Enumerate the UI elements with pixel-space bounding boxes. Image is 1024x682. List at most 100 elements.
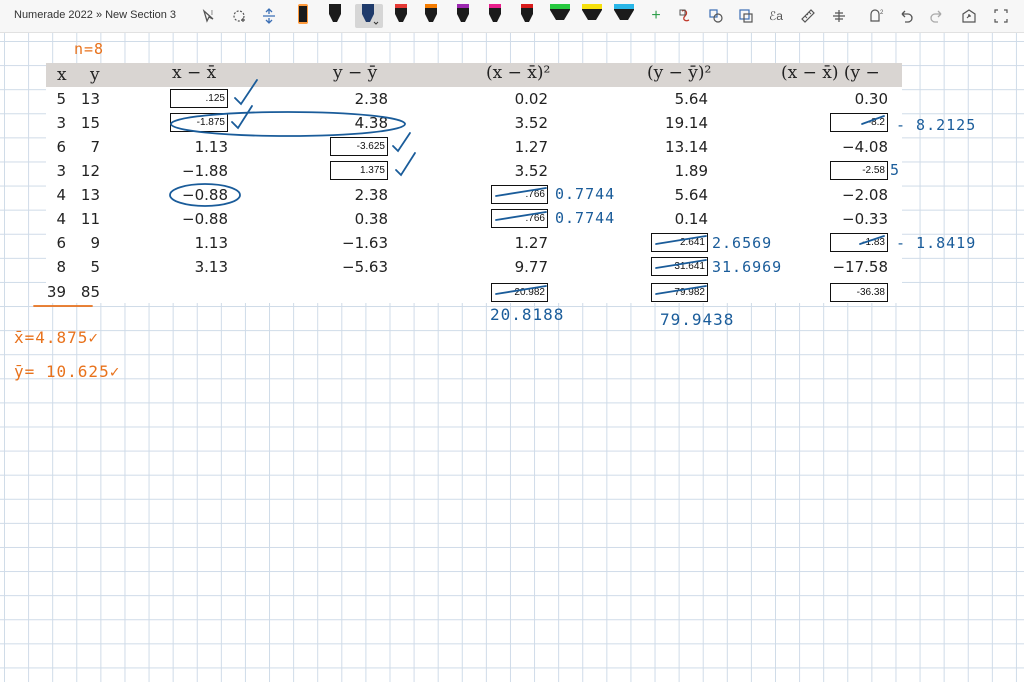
undo-icon[interactable] — [895, 4, 917, 28]
handwritten-product: - 8.2125 — [896, 116, 977, 134]
handwritten-square: 31.6969 — [712, 258, 783, 276]
text-box[interactable]: 31.641 — [651, 257, 708, 276]
share-icon[interactable] — [958, 4, 980, 28]
total-y: 85 — [80, 283, 100, 301]
cell-x-dev-sq: 3.52 — [514, 114, 548, 132]
cell-x-dev: 3.13 — [194, 258, 228, 276]
ink-to-shape-icon[interactable] — [675, 4, 697, 28]
fullscreen-icon[interactable] — [990, 4, 1012, 28]
cell-x: 6 — [56, 138, 66, 156]
handwritten-square: 0.7744 — [555, 209, 616, 227]
cell-y: 13 — [80, 90, 100, 108]
pen-black-icon[interactable] — [292, 4, 314, 28]
highlighter-green-icon[interactable] — [548, 4, 572, 28]
highlighter-cyan-icon[interactable] — [612, 4, 636, 28]
header-y-dev: y − ȳ — [333, 63, 378, 83]
text-box[interactable]: -2.58 — [830, 161, 888, 180]
cell-x-dev: −0.88 — [182, 186, 228, 204]
cell-y-dev: 0.38 — [354, 210, 388, 228]
text-box[interactable]: .766 — [491, 185, 548, 204]
highlighter-yellow-icon[interactable] — [580, 4, 604, 28]
cell-y-dev-sq: 0.14 — [674, 210, 708, 228]
header-x-dev: x − x̄ — [172, 63, 217, 83]
ribbon-toolbar: Numerade 2022 » New Section 3 I + ℰa 2 — [0, 0, 1024, 33]
cell-x-dev-sq: 0.02 — [514, 90, 548, 108]
cell-x-dev-sq: 3.52 — [514, 162, 548, 180]
cell-x: 4 — [56, 186, 66, 204]
pen-pink-icon[interactable] — [484, 4, 506, 28]
eraser-options-icon[interactable]: 2 — [865, 4, 887, 28]
text-box[interactable]: 2.641 — [651, 233, 708, 252]
text-box[interactable]: .125 — [170, 89, 228, 108]
svg-text:2: 2 — [880, 10, 884, 16]
cell-y: 15 — [80, 114, 100, 132]
header-x: x — [57, 65, 67, 85]
lasso-select-icon[interactable]: I — [198, 4, 220, 28]
cell-y: 13 — [80, 186, 100, 204]
redo-icon[interactable] — [926, 4, 948, 28]
cell-product: −4.08 — [842, 138, 888, 156]
pen-navy-icon[interactable] — [355, 4, 383, 28]
cell-x-dev: −0.88 — [182, 210, 228, 228]
cell-product: 0.30 — [854, 90, 888, 108]
cell-x-dev: −1.88 — [182, 162, 228, 180]
text-box[interactable]: .766 — [491, 209, 548, 228]
cell-y-dev-sq: 13.14 — [665, 138, 708, 156]
cell-x: 3 — [56, 114, 66, 132]
cell-x-dev-sq: 9.77 — [514, 258, 548, 276]
handwritten-sum-yy: 79.9438 — [660, 310, 735, 329]
ruler-icon[interactable] — [797, 4, 819, 28]
header-x-dev-sq: (x − x̄)² — [486, 63, 551, 83]
header-y: y — [90, 65, 100, 85]
add-space-icon[interactable] — [228, 4, 250, 28]
cell-x-dev-sq: 1.27 — [514, 234, 548, 252]
ink-to-math-icon[interactable] — [735, 4, 757, 28]
cell-x: 8 — [56, 258, 66, 276]
text-box[interactable]: 79.982 — [651, 283, 708, 302]
add-pen-icon[interactable]: + — [645, 4, 667, 28]
cell-y: 9 — [90, 234, 100, 252]
cell-y-dev-sq: 5.64 — [674, 90, 708, 108]
text-box[interactable]: -1.83 — [830, 233, 888, 252]
rotate-icon[interactable] — [828, 4, 850, 28]
pen-purple-icon[interactable] — [452, 4, 474, 28]
text-box[interactable]: -3.625 — [330, 137, 388, 156]
header-product: (x − x̄) (y − — [781, 63, 880, 83]
total-x: 39 — [46, 283, 66, 301]
cell-y-dev: −5.63 — [342, 258, 388, 276]
cell-x-dev-sq: 1.27 — [514, 138, 548, 156]
text-box[interactable]: 20.982 — [491, 283, 548, 302]
insert-space-icon[interactable] — [258, 4, 280, 28]
cell-y-dev: 4.38 — [354, 114, 388, 132]
cell-y-dev: 2.38 — [354, 186, 388, 204]
breadcrumb[interactable]: Numerade 2022 » New Section 3 — [14, 9, 176, 21]
pen-orange-icon[interactable] — [420, 4, 442, 28]
handwritten-sum-xx: 20.8188 — [490, 305, 565, 324]
header-y-dev-sq: (y − ȳ)² — [647, 63, 712, 83]
handwritten-square: 2.6569 — [712, 234, 773, 252]
cell-x-dev: 1.13 — [194, 138, 228, 156]
cell-product: −17.58 — [832, 258, 888, 276]
handwritten-square: 0.7744 — [555, 185, 616, 203]
handwritten-xbar: x̄=4.875✓ — [14, 328, 100, 347]
handwritten-product: - 1.8419 — [896, 234, 977, 252]
pen-black-2-icon[interactable] — [324, 4, 346, 28]
cell-y-dev: −1.63 — [342, 234, 388, 252]
text-box[interactable]: 1.375 — [330, 161, 388, 180]
pen-red-2-icon[interactable] — [516, 4, 538, 28]
cell-x: 4 — [56, 210, 66, 228]
cell-y-dev-sq: 5.64 — [674, 186, 708, 204]
ink-to-text-icon[interactable] — [705, 4, 727, 28]
text-box[interactable]: -1.875 — [170, 113, 228, 132]
handwritten-product: 5 — [890, 161, 901, 179]
cell-x: 3 — [56, 162, 66, 180]
ink-replay-icon[interactable]: ℰa — [765, 4, 787, 28]
cell-x-dev: 1.13 — [194, 234, 228, 252]
cell-y-dev-sq: 1.89 — [674, 162, 708, 180]
cell-y: 11 — [80, 210, 100, 228]
text-box[interactable]: -36.38 — [830, 283, 888, 302]
pen-red-icon[interactable] — [390, 4, 412, 28]
cell-product: −2.08 — [842, 186, 888, 204]
cell-y-dev-sq: 19.14 — [665, 114, 708, 132]
text-box[interactable]: -8.2 — [830, 113, 888, 132]
